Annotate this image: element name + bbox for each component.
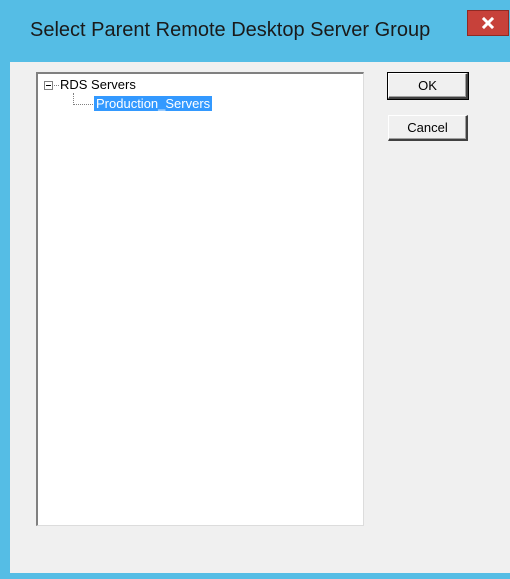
title-bar[interactable]: Select Parent Remote Desktop Server Grou… [0,0,510,61]
dialog-body: RDS Servers Production_Servers OK Cancel [10,62,510,573]
close-button[interactable] [467,10,509,36]
ok-button[interactable]: OK [387,72,469,100]
tree-connector [73,104,93,105]
dialog-title: Select Parent Remote Desktop Server Grou… [30,19,431,41]
close-icon [481,16,495,30]
tree-node-label: RDS Servers [60,77,136,92]
tree-node-label: Production_Servers [94,96,213,111]
dialog-window: Select Parent Remote Desktop Server Grou… [0,0,510,579]
cancel-button[interactable]: Cancel [388,115,468,141]
server-group-tree[interactable]: RDS Servers Production_Servers [36,72,364,526]
tree-node-rds-servers[interactable]: RDS Servers [60,76,136,94]
tree-node-production-servers[interactable]: Production_Servers [94,95,213,113]
collapse-icon[interactable] [44,81,53,90]
tree-connector [54,85,59,86]
